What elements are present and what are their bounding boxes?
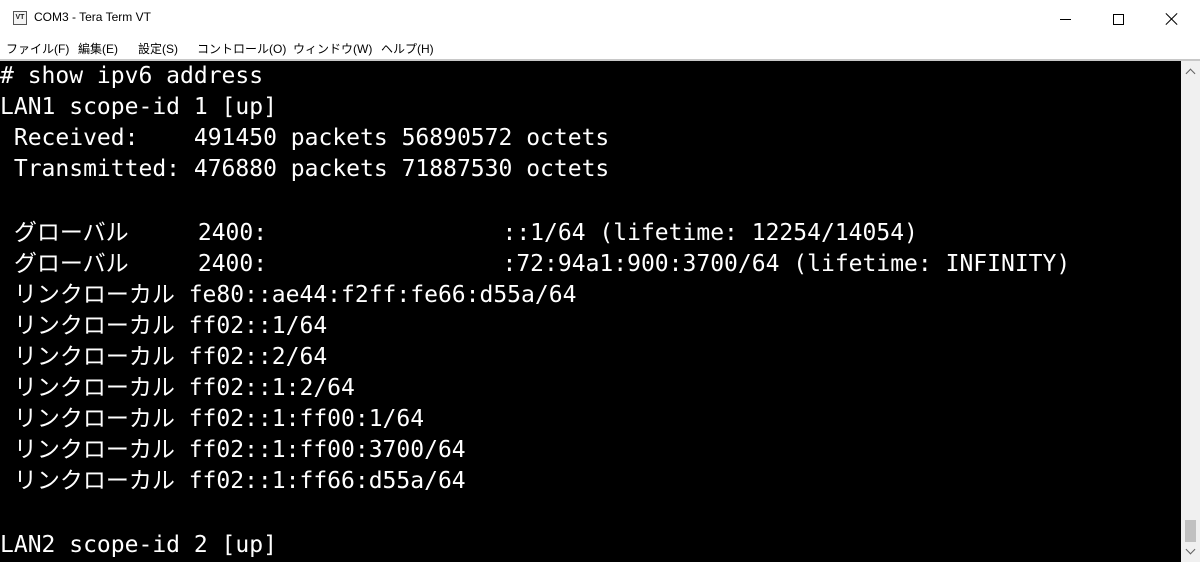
terminal-line-linklocal-2: リンクローカル ff02::1/64: [0, 313, 328, 339]
teraterm-app-icon[interactable]: VT: [13, 11, 27, 25]
terminal-line-linklocal-1: リンクローカル fe80::ae44:f2ff:fe66:d55a/64: [0, 282, 577, 308]
terminal-line-linklocal-7: リンクローカル ff02::1:ff66:d55a/64: [0, 468, 466, 494]
terminal-line-command: # show ipv6 address: [0, 63, 264, 89]
maximize-button[interactable]: [1092, 0, 1145, 38]
close-icon: [1166, 13, 1178, 25]
terminal-line-global-1: グローバル 2400: ::1/64 (lifetime: 12254/1405…: [0, 220, 918, 246]
scroll-down-arrow-icon: [1185, 544, 1196, 555]
menu-bar: ファイル(F) 編集(E) 設定(S) コントロール(O) ウィンドウ(W) ヘ…: [0, 38, 1200, 59]
terminal-line-linklocal-3: リンクローカル ff02::2/64: [0, 344, 328, 370]
terminal-line-linklocal-4: リンクローカル ff02::1:2/64: [0, 375, 355, 401]
scroll-up-button[interactable]: [1181, 63, 1200, 80]
maximize-icon: [1113, 13, 1124, 25]
terminal-line-linklocal-5: リンクローカル ff02::1:ff00:1/64: [0, 406, 425, 432]
terminal-screen[interactable]: # show ipv6 address LAN1 scope-id 1 [up]…: [0, 61, 1181, 562]
menu-file[interactable]: ファイル(F): [6, 40, 69, 57]
vertical-scrollbar[interactable]: [1181, 61, 1200, 562]
scroll-thumb[interactable]: [1185, 520, 1196, 542]
minimize-button[interactable]: [1039, 0, 1092, 38]
terminal-line-lan2-header: LAN2 scope-id 2 [up]: [0, 532, 277, 558]
terminal-line-global-2: グローバル 2400: :72:94a1:900:3700/64 (lifeti…: [0, 251, 1071, 277]
title-bar[interactable]: VT COM3 - Tera Term VT: [0, 0, 1200, 38]
window-title: COM3 - Tera Term VT: [34, 10, 151, 24]
terminal-line-linklocal-6: リンクローカル ff02::1:ff00:3700/64: [0, 437, 466, 463]
scroll-up-arrow-icon: [1185, 68, 1196, 79]
terminal-line-received: Received: 491450 packets 56890572 octets: [0, 125, 610, 151]
menu-setup[interactable]: 設定(S): [138, 40, 178, 57]
minimize-icon: [1060, 18, 1071, 20]
menu-control[interactable]: コントロール(O): [197, 40, 286, 57]
terminal-line-transmitted: Transmitted: 476880 packets 71887530 oct…: [0, 156, 610, 182]
menu-edit[interactable]: 編集(E): [78, 40, 118, 57]
scroll-down-button[interactable]: [1181, 543, 1200, 560]
menu-window[interactable]: ウィンドウ(W): [293, 40, 372, 57]
close-button[interactable]: [1145, 0, 1198, 38]
terminal-line-lan1-header: LAN1 scope-id 1 [up]: [0, 94, 277, 120]
menu-help[interactable]: ヘルプ(H): [381, 40, 434, 57]
